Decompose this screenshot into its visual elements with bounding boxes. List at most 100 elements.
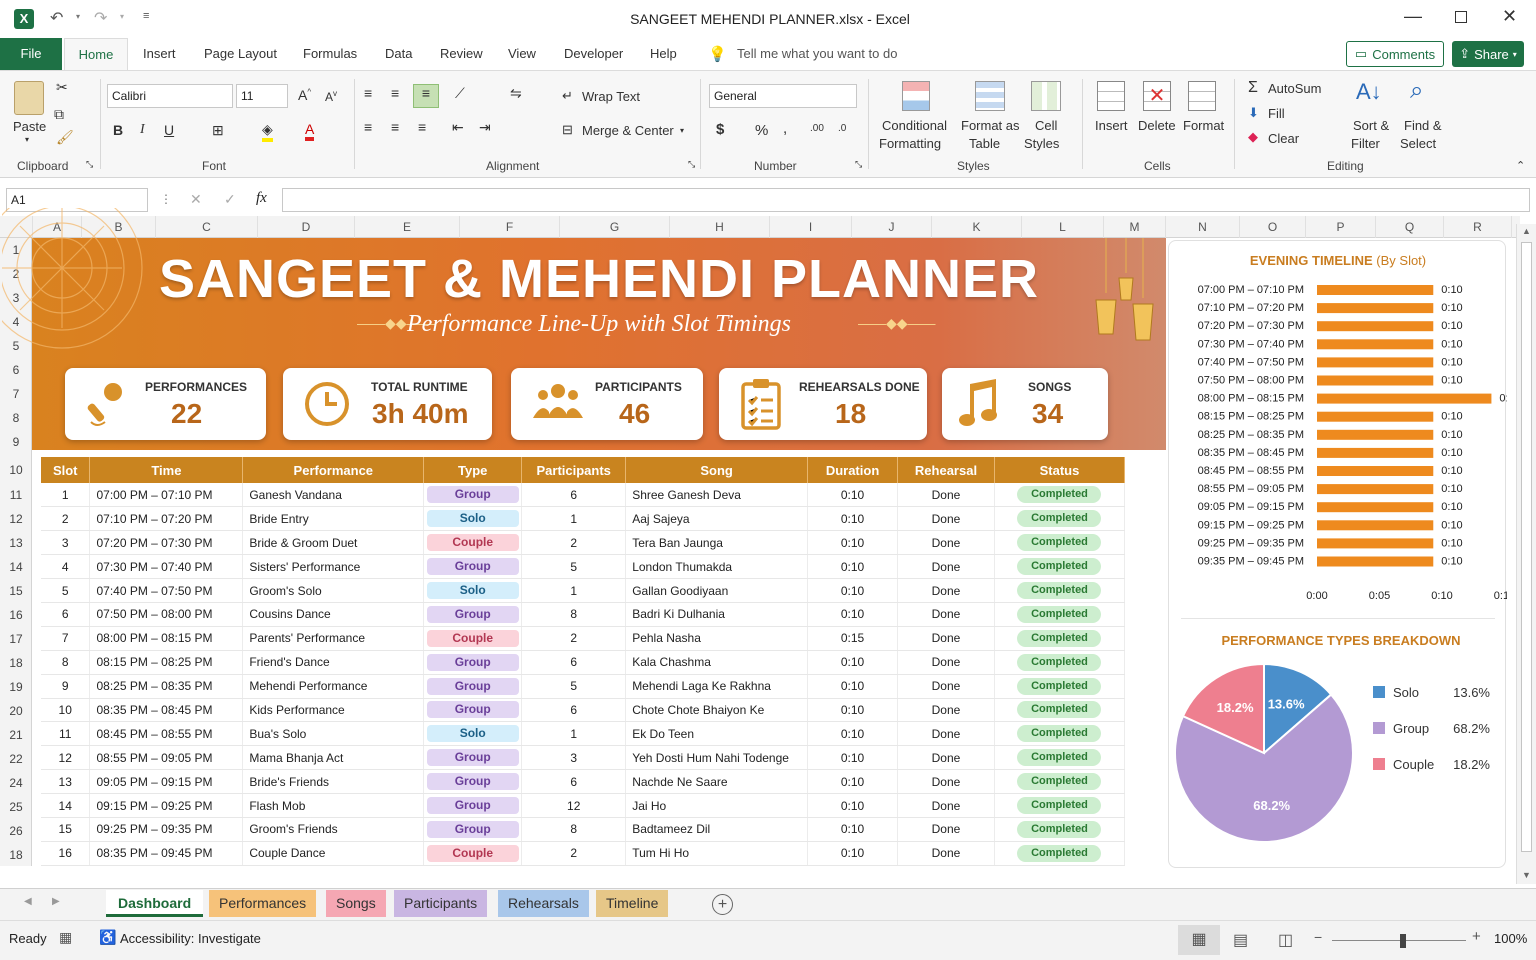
table-cell[interactable]: Completed (994, 841, 1126, 866)
table-cell[interactable]: Group (423, 554, 523, 580)
font-color-icon[interactable]: A (305, 121, 315, 141)
timeline-bar[interactable] (1317, 447, 1434, 458)
tab-page-layout[interactable]: Page Layout (204, 38, 277, 70)
column-header[interactable]: Q (1376, 216, 1444, 238)
table-cell[interactable]: Group (423, 769, 523, 795)
table-cell[interactable]: Group (423, 650, 523, 675)
row-header[interactable]: 12 (0, 512, 32, 526)
row-header[interactable]: 9 (0, 435, 32, 449)
table-cell[interactable]: 10 (41, 698, 91, 723)
table-cell[interactable]: 6 (521, 769, 627, 795)
zoom-slider[interactable] (1332, 940, 1466, 941)
format-cells-label[interactable]: Format (1183, 118, 1224, 133)
table-cell[interactable]: Completed (994, 650, 1126, 675)
row-header[interactable]: 16 (0, 608, 32, 622)
table-cell[interactable]: Badri Ki Dulhania (625, 602, 809, 627)
table-cell[interactable]: Couple Dance (242, 841, 425, 866)
paste-button[interactable]: Paste (13, 119, 46, 134)
table-cell[interactable]: Group (423, 817, 523, 842)
share-button[interactable]: ⇪ Share ▾ (1452, 41, 1524, 67)
find-select-icon[interactable]: ⌕ (1410, 77, 1423, 105)
table-cell[interactable]: Completed (994, 721, 1126, 747)
table-cell[interactable]: Kids Performance (242, 698, 425, 723)
table-cell[interactable]: 0:10 (807, 674, 899, 699)
table-cell[interactable]: 0:10 (807, 841, 899, 866)
minimize-icon[interactable]: — (1404, 6, 1422, 27)
table-cell[interactable]: Bride's Friends (242, 769, 425, 795)
table-cell[interactable]: Group (423, 698, 523, 723)
table-cell[interactable]: 0:10 (807, 530, 899, 556)
table-cell[interactable]: Jai Ho (625, 793, 809, 818)
table-cell[interactable]: 07:00 PM – 07:10 PM (89, 483, 244, 508)
table-row[interactable]: 12 08:55 PM – 09:05 PM Mama Bhanja Act Grou… (41, 745, 1126, 771)
table-cell[interactable]: Done (897, 554, 995, 580)
cell-styles-icon[interactable] (1031, 81, 1061, 111)
macro-record-icon[interactable]: ▦ (59, 929, 72, 946)
tab-review[interactable]: Review (440, 38, 483, 70)
scroll-tabs-right-icon[interactable]: ▶ (52, 896, 60, 907)
align-right-icon[interactable]: ≡ (418, 119, 426, 135)
table-cell[interactable]: 1 (521, 506, 627, 532)
table-cell[interactable]: London Thumakda (625, 554, 809, 580)
timeline-bar[interactable] (1317, 285, 1434, 295)
accessibility-status[interactable]: Accessibility: Investigate (120, 931, 261, 946)
column-header[interactable]: D (258, 216, 355, 238)
sort-filter-label-2[interactable]: Filter (1351, 136, 1380, 151)
scroll-thumb[interactable] (1521, 242, 1532, 852)
format-as-table-icon[interactable] (975, 81, 1005, 111)
column-header[interactable]: H (670, 216, 770, 238)
wrap-text-button[interactable]: Wrap Text (582, 89, 640, 104)
sort-filter-icon[interactable]: A↓ (1356, 79, 1382, 105)
new-sheet-icon[interactable]: + (712, 894, 733, 915)
sheet-tab-participants[interactable]: Participants (394, 890, 488, 917)
table-cell[interactable]: 6 (521, 698, 627, 723)
row-header[interactable]: 14 (0, 560, 32, 574)
table-cell[interactable]: Done (897, 817, 995, 842)
table-cell[interactable]: Completed (994, 578, 1126, 603)
table-cell[interactable]: 5 (521, 554, 627, 580)
italic-icon[interactable]: I (140, 122, 145, 138)
table-cell[interactable]: Yeh Dosti Hum Nahi Todenge (625, 745, 809, 771)
column-header[interactable]: M (1104, 216, 1166, 238)
table-cell[interactable]: 9 (41, 674, 91, 699)
table-cell[interactable]: 12 (41, 745, 91, 771)
table-cell[interactable]: Parents' Performance (242, 626, 425, 651)
table-cell[interactable]: Mehendi Performance (242, 674, 425, 699)
table-cell[interactable]: Done (897, 793, 995, 818)
dialog-launcher-icon[interactable]: ⤡ (86, 159, 93, 170)
table-cell[interactable]: Completed (994, 817, 1126, 842)
table-cell[interactable]: 09:25 PM – 09:35 PM (89, 817, 244, 842)
timeline-bar[interactable] (1317, 393, 1492, 404)
column-header[interactable]: G (560, 216, 670, 238)
table-cell[interactable]: Done (897, 626, 995, 651)
align-top-icon[interactable]: ≡ (364, 85, 372, 101)
increase-font-icon[interactable]: A^ (298, 87, 311, 103)
timeline-bar[interactable] (1317, 339, 1434, 350)
scroll-down-icon[interactable]: ▼ (1522, 870, 1531, 880)
table-cell[interactable]: Completed (994, 530, 1126, 556)
table-cell[interactable]: Completed (994, 745, 1126, 771)
table-cell[interactable]: Tum Hi Ho (625, 841, 809, 866)
table-cell[interactable]: Group (423, 793, 523, 818)
vertical-scrollbar[interactable]: ▲ ▼ (1516, 224, 1536, 884)
column-header[interactable]: K (932, 216, 1022, 238)
table-cell[interactable]: Flash Mob (242, 793, 425, 818)
merge-center-button[interactable]: Merge & Center (582, 123, 674, 138)
table-row[interactable]: 9 08:25 PM – 08:35 PM Mehendi Performance G… (41, 674, 1126, 699)
fill-icon[interactable]: ⬇ (1248, 105, 1259, 121)
decrease-indent-icon[interactable]: ⇤ (452, 119, 464, 136)
fill-color-icon[interactable]: ◈ (262, 121, 273, 142)
column-header[interactable]: F (460, 216, 560, 238)
tell-me-search[interactable]: Tell me what you want to do (737, 38, 897, 70)
row-header[interactable]: 18 (0, 848, 32, 862)
table-cell[interactable]: Done (897, 578, 995, 603)
table-cell[interactable]: 0:10 (807, 650, 899, 675)
table-cell[interactable]: Pehla Nasha (625, 626, 809, 651)
table-cell[interactable]: Completed (994, 769, 1126, 795)
increase-indent-icon[interactable]: ⇥ (479, 119, 491, 136)
conditional-formatting-icon[interactable] (902, 81, 930, 111)
formula-input[interactable] (282, 188, 1530, 212)
decrease-decimal-icon[interactable]: .0 (838, 123, 846, 134)
table-cell[interactable]: Done (897, 530, 995, 556)
table-cell[interactable]: Done (897, 721, 995, 747)
